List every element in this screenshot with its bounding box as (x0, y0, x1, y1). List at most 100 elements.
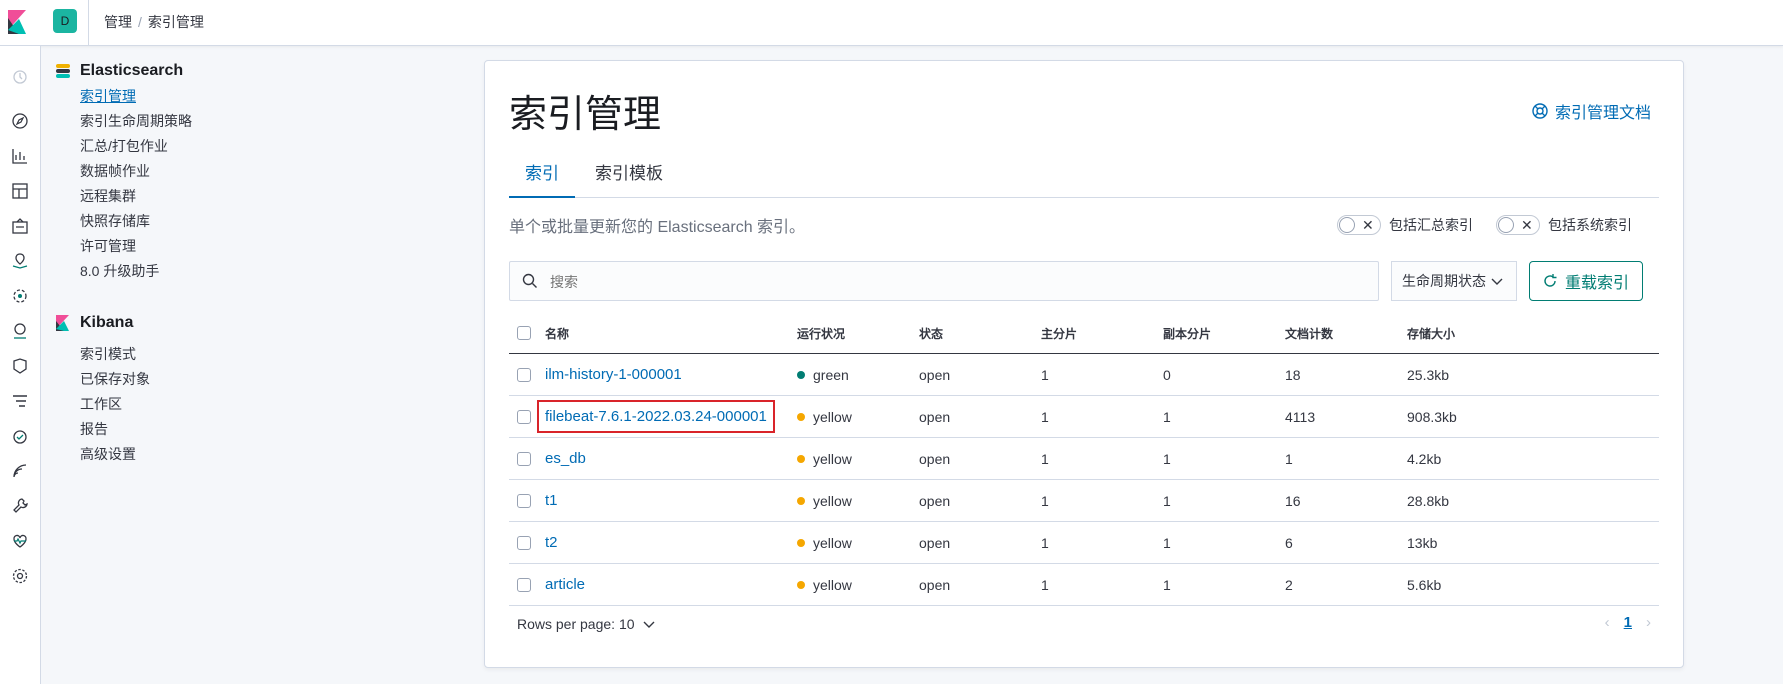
reload-indices-button[interactable]: 重载索引 (1529, 261, 1643, 301)
dashboard-icon[interactable] (7, 178, 33, 204)
logs-icon[interactable] (7, 353, 33, 379)
dev-tools-icon[interactable] (7, 493, 33, 519)
index-name-link[interactable]: article (545, 576, 585, 593)
canvas-icon[interactable] (7, 213, 33, 239)
row-checkbox[interactable] (517, 535, 531, 550)
compass-icon[interactable] (7, 108, 33, 134)
index-name-link[interactable]: es_db (545, 450, 586, 467)
toggle-include-system[interactable]: ✕ 包括系统索引 (1496, 215, 1632, 235)
group-title-elasticsearch: Elasticsearch (56, 58, 416, 84)
infrastructure-icon[interactable] (7, 318, 33, 344)
visualize-icon[interactable] (7, 143, 33, 169)
clock-icon[interactable] (7, 64, 33, 90)
top-header: D 管理 / 索引管理 (0, 0, 1783, 46)
tab-indices[interactable]: 索引 (509, 151, 575, 198)
row-checkbox-cell (517, 522, 531, 563)
row-checkbox[interactable] (517, 577, 531, 592)
next-page-icon[interactable]: › (1646, 614, 1651, 631)
tab-bar: 索引 索引模板 (509, 151, 1659, 198)
sidebar-item-snapshot[interactable]: 快照存储库 (56, 209, 416, 234)
group-title-label: Kibana (80, 314, 134, 331)
status-cell: open (919, 480, 950, 521)
primary-shards-cell: 1 (1041, 396, 1049, 437)
row-checkbox[interactable] (517, 451, 531, 466)
index-name-link[interactable]: t2 (545, 534, 558, 551)
select-all-checkbox[interactable] (517, 326, 531, 340)
replica-shards-cell: 1 (1163, 480, 1171, 521)
health-cell-text: yellow (813, 576, 852, 593)
table-row: article yellow open 1 1 2 5.6kb (509, 564, 1659, 606)
health-status-dot-icon (797, 580, 805, 589)
search-box[interactable] (509, 261, 1379, 302)
ml-icon[interactable] (7, 283, 33, 309)
row-checkbox[interactable] (517, 493, 531, 508)
page-description: 单个或批量更新您的 Elasticsearch 索引。 (509, 219, 806, 236)
previous-page-icon[interactable]: ‹ (1605, 614, 1610, 631)
index-name-link[interactable]: ilm-history-1-000001 (545, 366, 682, 383)
index-name-cell: es_db (545, 438, 586, 479)
sidebar-item-ilm[interactable]: 索引生命周期策略 (56, 109, 416, 134)
replica-shards-cell: 1 (1163, 396, 1171, 437)
index-name-link[interactable]: t1 (545, 492, 558, 509)
management-sidebar: Elasticsearch 索引管理 索引生命周期策略 汇总/打包作业 数据帧作… (56, 58, 416, 467)
table-row: t2 yellow open 1 1 6 13kb (509, 522, 1659, 564)
sidebar-item-license[interactable]: 许可管理 (56, 234, 416, 259)
index-name-link[interactable]: filebeat-7.6.1-2022.03.24-000001 (537, 400, 775, 433)
toggle-switch[interactable]: ✕ (1337, 215, 1381, 235)
column-header-docs[interactable]: 文档计数 (1285, 313, 1333, 353)
sidebar-item-rollup[interactable]: 汇总/打包作业 (56, 134, 416, 159)
toggle-label: 包括汇总索引 (1389, 217, 1473, 233)
apm-icon[interactable] (7, 388, 33, 414)
management-icon[interactable] (7, 563, 33, 589)
header-divider (88, 0, 89, 45)
index-name-cell: ilm-history-1-000001 (545, 354, 682, 395)
monitoring-icon[interactable] (7, 528, 33, 554)
breadcrumb-management[interactable]: 管理 (104, 14, 132, 30)
column-header-health[interactable]: 运行状况 (797, 313, 845, 353)
rows-per-page-button[interactable]: Rows per page: 10 (517, 616, 655, 632)
breadcrumb-current: 索引管理 (147, 14, 204, 30)
row-checkbox[interactable] (517, 367, 531, 382)
status-cell: open (919, 396, 950, 437)
uptime-icon[interactable] (7, 423, 33, 449)
column-header-status[interactable]: 状态 (919, 313, 943, 353)
space-avatar[interactable]: D (53, 9, 77, 33)
sidebar-item-reporting[interactable]: 报告 (56, 417, 416, 442)
sidebar-item-index-patterns[interactable]: 索引模式 (56, 342, 416, 367)
sidebar-item-saved-objects[interactable]: 已保存对象 (56, 367, 416, 392)
row-checkbox-cell (517, 564, 531, 605)
kibana-logo-icon[interactable] (6, 10, 28, 34)
siem-icon[interactable] (7, 458, 33, 484)
sidebar-item-advanced-settings[interactable]: 高级设置 (56, 442, 416, 467)
storage-size-cell: 5.6kb (1407, 564, 1441, 605)
indices-table: 名称 运行状况 状态 主分片 副本分片 文档计数 存储大小 ilm-histor… (509, 313, 1659, 606)
docs-count-cell-text: 16 (1285, 492, 1301, 509)
docs-link[interactable]: 索引管理文档 (1531, 99, 1651, 123)
table-body: ilm-history-1-000001 green open 1 0 18 25.3kb f… (509, 354, 1659, 606)
status-cell-text: open (919, 534, 951, 551)
sidebar-item-upgrade[interactable]: 8.0 升级助手 (56, 259, 416, 284)
column-header-size[interactable]: 存储大小 (1407, 313, 1455, 353)
sidebar-item-index-management[interactable]: 索引管理 (56, 84, 416, 109)
sidebar-item-spaces[interactable]: 工作区 (56, 392, 416, 417)
toggle-include-rollup[interactable]: ✕ 包括汇总索引 (1337, 215, 1473, 235)
replica-shards-cell-text: 1 (1163, 492, 1171, 509)
lifecycle-filter-button[interactable]: 生命周期状态 (1391, 261, 1517, 301)
column-header-primary[interactable]: 主分片 (1041, 313, 1077, 353)
status-cell: open (919, 564, 950, 605)
tab-index-templates[interactable]: 索引模板 (579, 151, 679, 197)
page-number[interactable]: 1 (1624, 614, 1632, 631)
sidebar-item-transforms[interactable]: 数据帧作业 (56, 159, 416, 184)
search-input[interactable] (548, 262, 1352, 302)
health-status-dot-icon (797, 370, 805, 379)
elasticsearch-logo-icon (56, 64, 70, 78)
status-cell-text: open (919, 576, 951, 593)
index-name-cell: t1 (545, 480, 558, 521)
row-checkbox[interactable] (517, 409, 531, 424)
sidebar-item-remote-clusters[interactable]: 远程集群 (56, 184, 416, 209)
column-header-name[interactable]: 名称 (545, 313, 569, 353)
maps-icon[interactable] (7, 248, 33, 274)
toggle-switch[interactable]: ✕ (1496, 215, 1540, 235)
column-header-replica[interactable]: 副本分片 (1163, 313, 1211, 353)
chevron-down-icon (643, 621, 655, 628)
